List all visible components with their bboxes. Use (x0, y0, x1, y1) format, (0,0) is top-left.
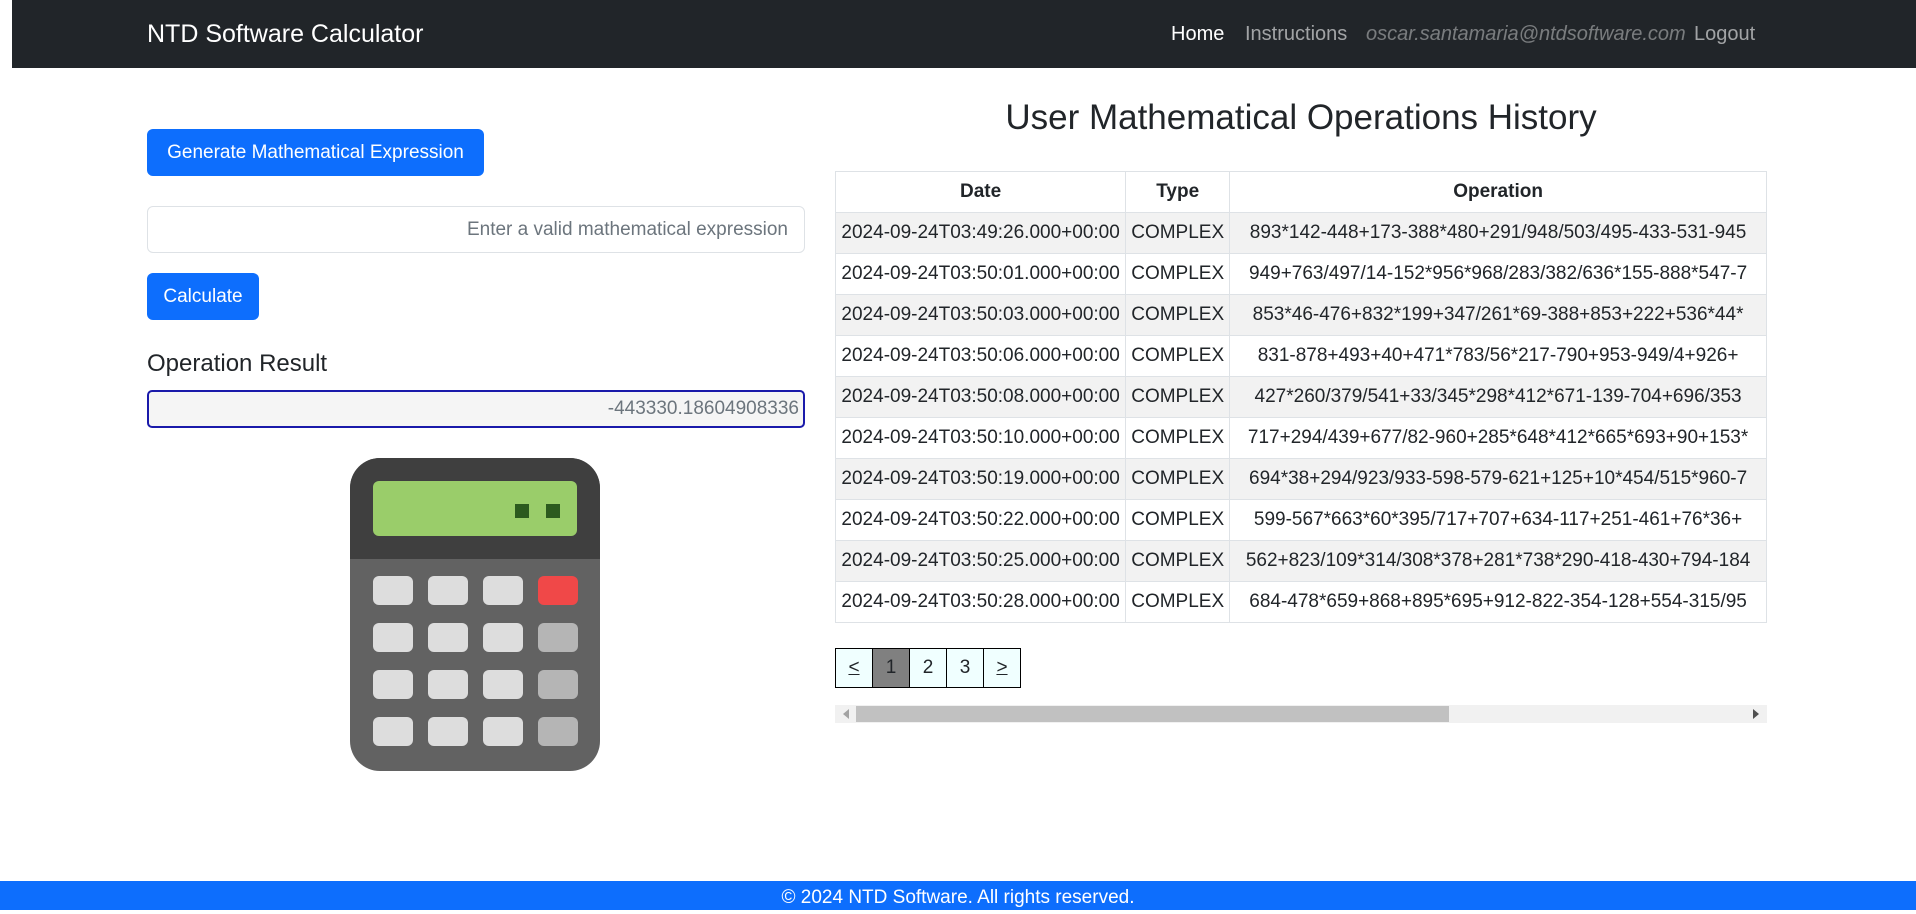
scroll-left-icon[interactable] (843, 709, 849, 719)
next-page-button[interactable]: > (983, 648, 1021, 688)
scroll-right-icon[interactable] (1753, 709, 1759, 719)
cell-date: 2024-09-24T03:50:03.000+00:00 (835, 294, 1127, 336)
table-row: 2024-09-24T03:50:19.000+00:00 COMPLEX 69… (835, 458, 1767, 500)
calculate-button[interactable]: Calculate (147, 273, 259, 320)
cell-type: COMPLEX (1125, 417, 1231, 459)
page-button-1[interactable]: 1 (872, 648, 910, 688)
operation-result-field[interactable] (147, 390, 805, 428)
cell-type: COMPLEX (1125, 335, 1231, 377)
prev-page-button[interactable]: < (835, 648, 873, 688)
scrollbar-thumb[interactable] (856, 706, 1449, 722)
cell-date: 2024-09-24T03:50:01.000+00:00 (835, 253, 1127, 295)
calculator-screen-dot (546, 504, 560, 518)
cell-type: COMPLEX (1125, 253, 1231, 295)
table-header-row: Date Type Operation (835, 171, 1767, 213)
cell-date: 2024-09-24T03:50:19.000+00:00 (835, 458, 1127, 500)
cell-type: COMPLEX (1125, 376, 1231, 418)
footer-copyright: © 2024 NTD Software. All rights reserved… (781, 887, 1135, 908)
footer: © 2024 NTD Software. All rights reserved… (0, 881, 1916, 910)
cell-type: COMPLEX (1125, 540, 1231, 582)
pagination: < 1 2 3 > (835, 648, 1021, 688)
nav-logout-link[interactable]: Logout (1694, 23, 1755, 46)
table-row: 2024-09-24T03:50:25.000+00:00 COMPLEX 56… (835, 540, 1767, 582)
cell-type: COMPLEX (1125, 458, 1231, 500)
cell-operation: 599-567*663*60*395/717+707+634-117+251-4… (1229, 499, 1767, 541)
navbar: NTD Software Calculator Home Instruction… (12, 0, 1916, 68)
history-title: User Mathematical Operations History (1005, 98, 1597, 137)
page-button-2[interactable]: 2 (909, 648, 947, 688)
cell-operation: 949+763/497/14-152*956*968/283/382/636*1… (1229, 253, 1767, 295)
cell-date: 2024-09-24T03:50:06.000+00:00 (835, 335, 1127, 377)
table-row: 2024-09-24T03:50:03.000+00:00 COMPLEX 85… (835, 294, 1767, 336)
cell-type: COMPLEX (1125, 212, 1231, 254)
nav-home-link[interactable]: Home (1171, 23, 1224, 46)
cell-date: 2024-09-24T03:50:22.000+00:00 (835, 499, 1127, 541)
table-row: 2024-09-24T03:50:28.000+00:00 COMPLEX 68… (835, 581, 1767, 623)
generate-expression-button[interactable]: Generate Mathematical Expression (147, 129, 484, 176)
table-row: 2024-09-24T03:50:08.000+00:00 COMPLEX 42… (835, 376, 1767, 418)
column-header-type: Type (1125, 171, 1231, 213)
calculator-screen-dot (515, 504, 529, 518)
table-row: 2024-09-24T03:50:01.000+00:00 COMPLEX 94… (835, 253, 1767, 295)
cell-type: COMPLEX (1125, 581, 1231, 623)
cell-date: 2024-09-24T03:50:08.000+00:00 (835, 376, 1127, 418)
cell-date: 2024-09-24T03:50:28.000+00:00 (835, 581, 1127, 623)
column-header-date: Date (835, 171, 1127, 213)
brand-link[interactable]: NTD Software Calculator (147, 20, 423, 49)
nav-instructions-link[interactable]: Instructions (1245, 23, 1347, 46)
cell-operation: 562+823/109*314/308*378+281*738*290-418-… (1229, 540, 1767, 582)
history-table-container: Date Type Operation 2024-09-24T03:49:26.… (835, 171, 1767, 726)
cell-type: COMPLEX (1125, 499, 1231, 541)
expression-input[interactable] (147, 206, 805, 253)
table-row: 2024-09-24T03:49:26.000+00:00 COMPLEX 89… (835, 212, 1767, 254)
column-header-operation: Operation (1229, 171, 1767, 213)
cell-date: 2024-09-24T03:50:25.000+00:00 (835, 540, 1127, 582)
table-row: 2024-09-24T03:50:10.000+00:00 COMPLEX 71… (835, 417, 1767, 459)
cell-operation: 694*38+294/923/933-598-579-621+125+10*45… (1229, 458, 1767, 500)
table-row: 2024-09-24T03:50:22.000+00:00 COMPLEX 59… (835, 499, 1767, 541)
calculator-icon (350, 458, 600, 771)
horizontal-scrollbar[interactable] (835, 705, 1767, 723)
cell-operation: 684-478*659+868+895*695+912-822-354-128+… (1229, 581, 1767, 623)
operation-result-heading: Operation Result (147, 350, 328, 377)
cell-operation: 893*142-448+173-388*480+291/948/503/495-… (1229, 212, 1767, 254)
cell-operation: 717+294/439+677/82-960+285*648*412*665*6… (1229, 417, 1767, 459)
cell-operation: 853*46-476+832*199+347/261*69-388+853+22… (1229, 294, 1767, 336)
user-email: oscar.santamaria@ntdsoftware.com (1366, 23, 1686, 45)
table-row: 2024-09-24T03:50:06.000+00:00 COMPLEX 83… (835, 335, 1767, 377)
cell-type: COMPLEX (1125, 294, 1231, 336)
cell-date: 2024-09-24T03:49:26.000+00:00 (835, 212, 1127, 254)
history-table: Date Type Operation 2024-09-24T03:49:26.… (835, 171, 1767, 623)
cell-date: 2024-09-24T03:50:10.000+00:00 (835, 417, 1127, 459)
cell-operation: 831-878+493+40+471*783/56*217-790+953-94… (1229, 335, 1767, 377)
cell-operation: 427*260/379/541+33/345*298*412*671-139-7… (1229, 376, 1767, 418)
page-button-3[interactable]: 3 (946, 648, 984, 688)
